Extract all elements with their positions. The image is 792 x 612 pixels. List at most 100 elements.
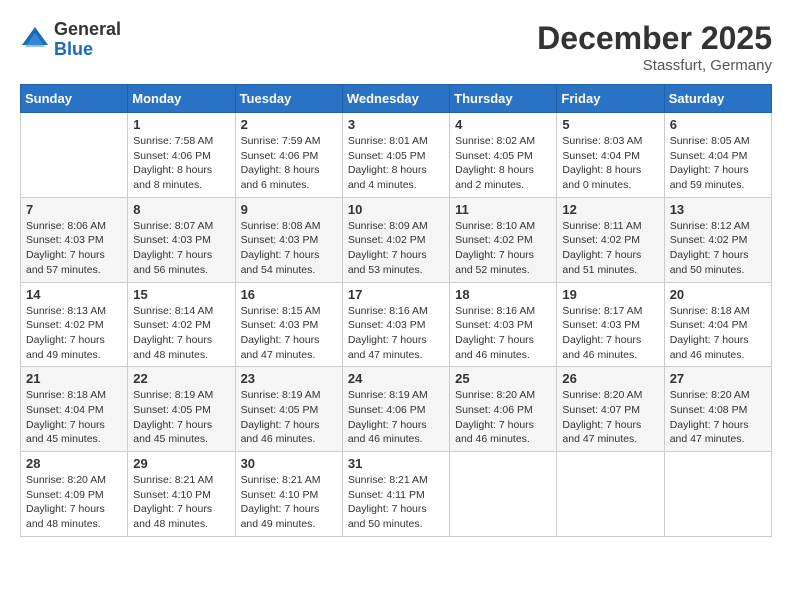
day-info: Sunrise: 8:07 AMSunset: 4:03 PMDaylight:… xyxy=(133,219,229,278)
calendar-cell: 7 Sunrise: 8:06 AMSunset: 4:03 PMDaylight… xyxy=(21,197,128,282)
day-header-tuesday: Tuesday xyxy=(235,85,342,113)
calendar-cell: 9 Sunrise: 8:08 AMSunset: 4:03 PMDaylight… xyxy=(235,197,342,282)
day-number: 1 xyxy=(133,117,229,132)
day-info: Sunrise: 8:14 AMSunset: 4:02 PMDaylight:… xyxy=(133,304,229,363)
day-number: 26 xyxy=(562,371,658,386)
day-number: 16 xyxy=(241,287,337,302)
calendar-cell: 4Sunrise: 8:02 AMSunset: 4:05 PMDaylight… xyxy=(450,113,557,198)
day-number: 3 xyxy=(348,117,444,132)
logo-blue: Blue xyxy=(54,40,121,60)
day-number: 7 xyxy=(26,202,122,217)
logo-text: General Blue xyxy=(54,20,121,60)
day-info: Sunrise: 7:59 AMSunset: 4:06 PMDaylight:… xyxy=(241,134,337,193)
calendar-cell: 23Sunrise: 8:19 AMSunset: 4:05 PMDayligh… xyxy=(235,367,342,452)
calendar-cell: 22 Sunrise: 8:19 AMSunset: 4:05 PMDayligh… xyxy=(128,367,235,452)
calendar-cell: 14 Sunrise: 8:13 AMSunset: 4:02 PMDayligh… xyxy=(21,282,128,367)
day-number: 31 xyxy=(348,456,444,471)
day-info: Sunrise: 8:06 AMSunset: 4:03 PMDaylight:… xyxy=(26,219,122,278)
day-info: Sunrise: 8:16 AMSunset: 4:03 PMDaylight:… xyxy=(348,304,444,363)
calendar-header-row: SundayMondayTuesdayWednesdayThursdayFrid… xyxy=(21,85,772,113)
day-info: Sunrise: 8:01 AMSunset: 4:05 PMDaylight:… xyxy=(348,134,444,193)
calendar-cell: 13 Sunrise: 8:12 AMSunset: 4:02 PMDayligh… xyxy=(664,197,771,282)
day-info: Sunrise: 8:20 AMSunset: 4:07 PMDaylight:… xyxy=(562,388,658,447)
day-info: Sunrise: 8:17 AMSunset: 4:03 PMDaylight:… xyxy=(562,304,658,363)
calendar-cell: 12Sunrise: 8:11 AMSunset: 4:02 PMDayligh… xyxy=(557,197,664,282)
calendar-cell: 18 Sunrise: 8:16 AMSunset: 4:03 PMDayligh… xyxy=(450,282,557,367)
day-info: Sunrise: 8:18 AMSunset: 4:04 PMDaylight:… xyxy=(26,388,122,447)
calendar-table: SundayMondayTuesdayWednesdayThursdayFrid… xyxy=(20,84,772,537)
day-header-sunday: Sunday xyxy=(21,85,128,113)
calendar-cell: 5 Sunrise: 8:03 AMSunset: 4:04 PMDaylight… xyxy=(557,113,664,198)
day-number: 29 xyxy=(133,456,229,471)
day-header-monday: Monday xyxy=(128,85,235,113)
day-info: Sunrise: 8:05 AMSunset: 4:04 PMDaylight:… xyxy=(670,134,766,193)
calendar-cell: 11Sunrise: 8:10 AMSunset: 4:02 PMDayligh… xyxy=(450,197,557,282)
day-info: Sunrise: 8:09 AMSunset: 4:02 PMDaylight:… xyxy=(348,219,444,278)
calendar-week-row: 1Sunrise: 7:58 AMSunset: 4:06 PMDaylight… xyxy=(21,113,772,198)
day-number: 12 xyxy=(562,202,658,217)
calendar-cell: 19 Sunrise: 8:17 AMSunset: 4:03 PMDayligh… xyxy=(557,282,664,367)
day-header-saturday: Saturday xyxy=(664,85,771,113)
day-header-thursday: Thursday xyxy=(450,85,557,113)
calendar-cell: 6 Sunrise: 8:05 AMSunset: 4:04 PMDaylight… xyxy=(664,113,771,198)
day-info: Sunrise: 8:08 AMSunset: 4:03 PMDaylight:… xyxy=(241,219,337,278)
day-info: Sunrise: 8:18 AMSunset: 4:04 PMDaylight:… xyxy=(670,304,766,363)
day-info: Sunrise: 8:20 AMSunset: 4:06 PMDaylight:… xyxy=(455,388,551,447)
day-number: 20 xyxy=(670,287,766,302)
calendar-cell: 8Sunrise: 8:07 AMSunset: 4:03 PMDaylight… xyxy=(128,197,235,282)
day-number: 19 xyxy=(562,287,658,302)
day-number: 15 xyxy=(133,287,229,302)
day-number: 17 xyxy=(348,287,444,302)
day-info: Sunrise: 8:13 AMSunset: 4:02 PMDaylight:… xyxy=(26,304,122,363)
day-info: Sunrise: 8:16 AMSunset: 4:03 PMDaylight:… xyxy=(455,304,551,363)
location: Stassfurt, Germany xyxy=(537,57,772,74)
day-number: 10 xyxy=(348,202,444,217)
day-number: 21 xyxy=(26,371,122,386)
calendar-cell: 24 Sunrise: 8:19 AMSunset: 4:06 PMDayligh… xyxy=(342,367,449,452)
calendar-cell: 31 Sunrise: 8:21 AMSunset: 4:11 PMDayligh… xyxy=(342,452,449,537)
calendar-cell: 28Sunrise: 8:20 AMSunset: 4:09 PMDayligh… xyxy=(21,452,128,537)
day-number: 28 xyxy=(26,456,122,471)
calendar-cell: 27Sunrise: 8:20 AMSunset: 4:08 PMDayligh… xyxy=(664,367,771,452)
day-info: Sunrise: 8:12 AMSunset: 4:02 PMDaylight:… xyxy=(670,219,766,278)
calendar-cell: 15 Sunrise: 8:14 AMSunset: 4:02 PMDayligh… xyxy=(128,282,235,367)
day-info: Sunrise: 8:15 AMSunset: 4:03 PMDaylight:… xyxy=(241,304,337,363)
calendar-cell xyxy=(664,452,771,537)
calendar-week-row: 21 Sunrise: 8:18 AMSunset: 4:04 PMDayligh… xyxy=(21,367,772,452)
day-info: Sunrise: 8:03 AMSunset: 4:04 PMDaylight:… xyxy=(562,134,658,193)
day-number: 23 xyxy=(241,371,337,386)
day-number: 2 xyxy=(241,117,337,132)
day-info: Sunrise: 8:19 AMSunset: 4:06 PMDaylight:… xyxy=(348,388,444,447)
day-info: Sunrise: 8:21 AMSunset: 4:10 PMDaylight:… xyxy=(241,473,337,532)
page-header: General Blue December 2025 Stassfurt, Ge… xyxy=(20,20,772,74)
day-number: 22 xyxy=(133,371,229,386)
day-number: 5 xyxy=(562,117,658,132)
day-number: 18 xyxy=(455,287,551,302)
day-number: 14 xyxy=(26,287,122,302)
day-number: 13 xyxy=(670,202,766,217)
day-number: 30 xyxy=(241,456,337,471)
day-info: Sunrise: 8:21 AMSunset: 4:11 PMDaylight:… xyxy=(348,473,444,532)
calendar-cell: 25 Sunrise: 8:20 AMSunset: 4:06 PMDayligh… xyxy=(450,367,557,452)
day-number: 25 xyxy=(455,371,551,386)
day-header-friday: Friday xyxy=(557,85,664,113)
calendar-cell: 10 Sunrise: 8:09 AMSunset: 4:02 PMDayligh… xyxy=(342,197,449,282)
day-number: 24 xyxy=(348,371,444,386)
day-info: Sunrise: 8:19 AMSunset: 4:05 PMDaylight:… xyxy=(133,388,229,447)
calendar-cell: 30 Sunrise: 8:21 AMSunset: 4:10 PMDayligh… xyxy=(235,452,342,537)
logo-icon xyxy=(20,25,50,55)
calendar-cell: 1Sunrise: 7:58 AMSunset: 4:06 PMDaylight… xyxy=(128,113,235,198)
calendar-cell: 20 Sunrise: 8:18 AMSunset: 4:04 PMDayligh… xyxy=(664,282,771,367)
calendar-cell: 2 Sunrise: 7:59 AMSunset: 4:06 PMDaylight… xyxy=(235,113,342,198)
calendar-cell: 29Sunrise: 8:21 AMSunset: 4:10 PMDayligh… xyxy=(128,452,235,537)
logo: General Blue xyxy=(20,20,121,60)
calendar-cell xyxy=(557,452,664,537)
day-number: 27 xyxy=(670,371,766,386)
logo-general: General xyxy=(54,20,121,40)
calendar-week-row: 28Sunrise: 8:20 AMSunset: 4:09 PMDayligh… xyxy=(21,452,772,537)
day-info: Sunrise: 8:02 AMSunset: 4:05 PMDaylight:… xyxy=(455,134,551,193)
day-number: 9 xyxy=(241,202,337,217)
day-number: 6 xyxy=(670,117,766,132)
calendar-cell: 17 Sunrise: 8:16 AMSunset: 4:03 PMDayligh… xyxy=(342,282,449,367)
day-info: Sunrise: 8:10 AMSunset: 4:02 PMDaylight:… xyxy=(455,219,551,278)
